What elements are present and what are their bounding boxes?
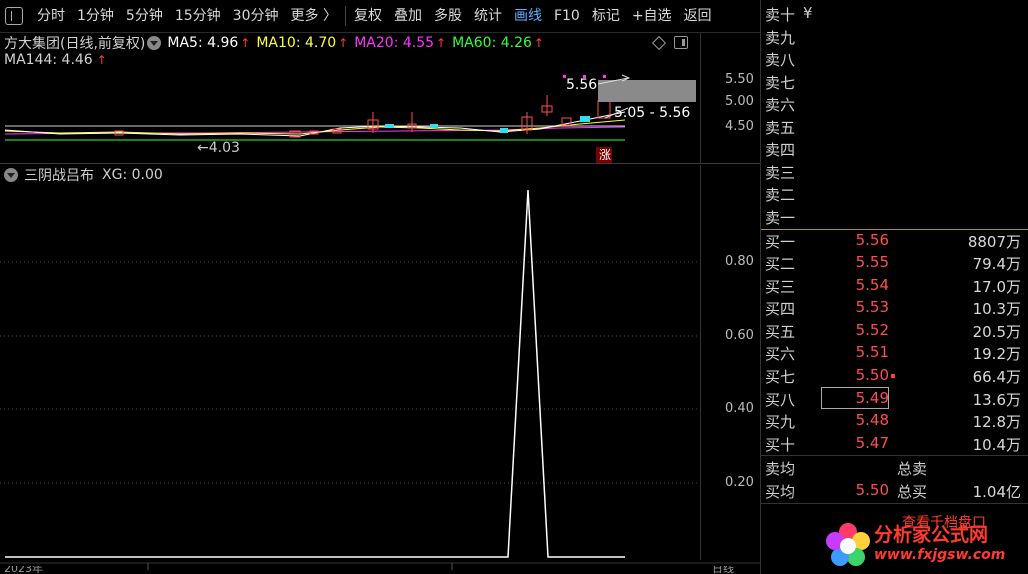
indicator-title-row: 三阴战吕布 XG: 0.00 [4,165,163,185]
buy-volume: 19.2万 [972,345,1021,363]
book-divider [761,229,1028,230]
buy-label: 买四 [765,300,796,318]
buy-row[interactable]: 买一 5.56 8807万 [761,231,1028,253]
buy-label: 买九 [765,413,796,431]
watermark-name: 分析家公式网 [874,524,989,546]
buy-row[interactable]: 买八 5.49 13.6万 [761,387,1028,411]
buy-label: 买一 [765,233,796,251]
buy-label: 买十 [765,436,796,454]
sell-label: 卖九 [765,29,796,47]
buy-volume: 13.6万 [972,391,1021,409]
buy-avg-price: 5.50 [855,481,889,499]
buy-label: 买七 [765,368,796,386]
sell-row: 卖三 [761,162,1028,184]
book-divider [761,455,1028,456]
buy-price: 5.52 [855,321,889,339]
low-price-label: ←4.03 [197,140,240,156]
sell-row: 卖十 ¥ [761,4,1028,26]
site-watermark: 查看千档盘口 分析家公式网 www.fxjgsw.com [822,512,1028,574]
sell-avg-row: 卖均 总卖 [761,458,1028,480]
flag-dot-icon [891,374,895,378]
buy-row[interactable]: 买九 5.48 12.8万 [761,411,1028,433]
buy-label: 买三 [765,278,796,296]
sell-row: 卖六 [761,94,1028,116]
buy-volume: 10.4万 [972,436,1021,454]
total-sell-label: 总卖 [897,460,928,478]
buy-label: 买五 [765,323,796,341]
watermark-url: www.fxjgsw.com [874,547,1006,563]
buy-volume: 66.4万 [972,368,1021,386]
indicator-tick: 0.40 [725,401,754,416]
period-label: 日线 [712,566,734,574]
chart-canvas [0,74,760,570]
buy-row[interactable]: 买七 5.50 66.4万 [761,366,1028,388]
sell-row: 卖九 [761,27,1028,49]
sell-avg-label: 卖均 [765,460,796,478]
indicator-tick: 0.60 [725,328,754,343]
sell-label: 卖十 [765,6,796,24]
candles [114,95,611,138]
buy-volume: 12.8万 [972,413,1021,431]
buy-price: 5.48 [855,411,889,429]
annotation-box [598,80,696,102]
buy-price: 5.54 [855,276,889,294]
sell-label: 卖八 [765,51,796,69]
buy-row[interactable]: 买二 5.55 79.4万 [761,253,1028,275]
buy-price: 5.55 [855,253,889,271]
sell-row: 卖五 [761,117,1028,139]
flower-logo-icon [826,523,870,566]
buy-price: 5.56 [855,231,889,249]
indicator-name: 三阴战吕布 [24,168,94,184]
range-label: 5.05 - 5.56 [614,105,691,121]
buy-row[interactable]: 买五 5.52 20.5万 [761,321,1028,343]
chevron-down-icon[interactable] [4,168,18,182]
buy-volume: 10.3万 [972,300,1021,318]
buy-avg-label: 买均 [765,483,796,501]
buy-price: 5.47 [855,434,889,452]
sell-label: 卖七 [765,74,796,92]
indicator-axis: 0.80 0.60 0.40 0.20 [700,165,760,560]
buy-volume: 17.0万 [972,278,1021,296]
buy-row[interactable]: 买十 5.47 10.4万 [761,434,1028,456]
year-label: 2023年 [4,566,43,574]
sell-label: 卖六 [765,96,796,114]
time-axis: 2023年 日线 [0,566,760,574]
sell-label: 卖三 [765,164,796,182]
buy-volume: 20.5万 [972,323,1021,341]
indicator-tick: 0.80 [725,254,754,269]
sell-row: 卖一 [761,207,1028,229]
buy-price: 5.50 [855,366,889,384]
sell-label: 卖二 [765,186,796,204]
buy-label: 买六 [765,345,796,363]
xg-signal-line [5,189,625,558]
sell-label: 卖五 [765,119,796,137]
sell-row: 卖四 [761,139,1028,161]
sell-row: 卖八 [761,49,1028,71]
sell-label: 卖四 [765,141,796,159]
total-buy-value: 1.04亿 [972,483,1021,501]
buy-price: 5.51 [855,343,889,361]
buy-volume: 8807万 [967,233,1021,251]
total-buy-label: 总买 [897,483,928,501]
buy-row[interactable]: 买三 5.54 17.0万 [761,276,1028,298]
buy-row[interactable]: 买六 5.51 19.2万 [761,343,1028,365]
zhang-badge: 涨 [598,148,611,162]
buy-label: 买八 [765,391,796,409]
sell-label: 卖一 [765,209,796,227]
yen-icon: ¥ [803,4,813,22]
indicator-gridlines [0,261,700,484]
xg-value: XG: 0.00 [102,167,163,183]
high-price-label: 5.56 [566,77,598,93]
buy-avg-row: 买均 5.50 总买 1.04亿 [761,481,1028,503]
order-book: 卖十 ¥ 卖九 卖八 卖七 卖六 卖五 卖四 卖三 卖二 卖一 买一 5.56 880… [760,0,1028,574]
buy-price: 5.49 [855,389,889,407]
sell-row: 卖二 [761,184,1028,206]
buy-price: 5.53 [855,298,889,316]
book-divider [761,503,1028,504]
buy-volume: 79.4万 [972,255,1021,273]
buy-label: 买二 [765,255,796,273]
sell-row: 卖七 [761,72,1028,94]
indicator-tick: 0.20 [725,475,754,490]
buy-row[interactable]: 买四 5.53 10.3万 [761,298,1028,320]
